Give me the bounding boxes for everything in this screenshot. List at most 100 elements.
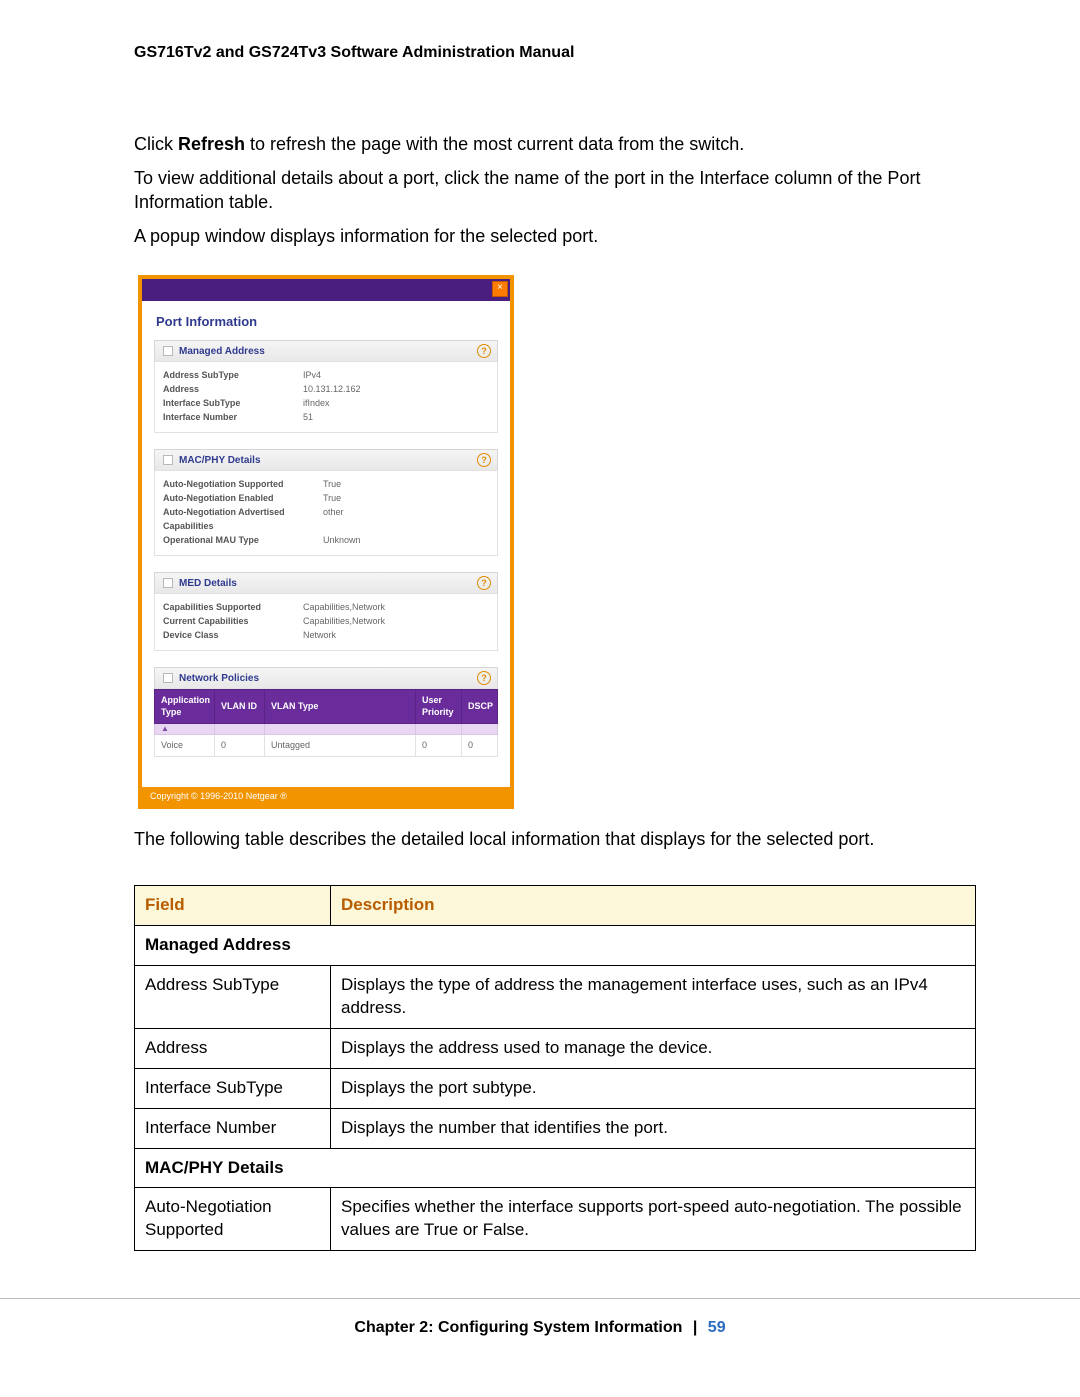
footer-separator: | [693, 1319, 697, 1336]
popup-titlebar: × [142, 279, 510, 301]
collapse-icon[interactable] [163, 673, 173, 683]
section-med-details: MED Details ? Capabilities SupportedCapa… [154, 572, 498, 651]
section-title: Network Policies [179, 672, 259, 686]
cell-app: Voice [155, 735, 215, 756]
help-icon[interactable]: ? [477, 671, 491, 685]
kv-key: Operational MAU Type [163, 533, 323, 547]
section-network-policies: Network Policies ? Application Type VLAN… [154, 667, 498, 756]
kv-key: Current Capabilities [163, 614, 303, 628]
collapse-icon[interactable] [163, 346, 173, 356]
body-paragraph: To view additional details about a port,… [134, 166, 976, 215]
col-vlan-id[interactable]: VLAN ID [215, 690, 265, 723]
collapse-icon[interactable] [163, 578, 173, 588]
kv-key: Interface Number [163, 410, 303, 424]
table-row: Address SubTypeDisplays the type of addr… [135, 965, 976, 1028]
text: Click [134, 134, 178, 154]
page-footer: Chapter 2: Configuring System Informatio… [0, 1298, 1080, 1339]
col-user-priority[interactable]: User Priority [416, 690, 462, 723]
kv-row: Operational MAU TypeUnknown [163, 533, 489, 547]
text: to refresh the page with the most curren… [245, 134, 744, 154]
sort-row[interactable]: ▲ [155, 723, 498, 735]
kv-value: IPv4 [303, 368, 489, 382]
network-policies-table: Application Type VLAN ID VLAN Type User … [154, 689, 498, 756]
collapse-icon[interactable] [163, 455, 173, 465]
table-row: Interface NumberDisplays the number that… [135, 1108, 976, 1148]
table-section-row: MAC/PHY Details [135, 1148, 976, 1188]
kv-row: Address10.131.12.162 [163, 382, 489, 396]
kv-value: Capabilities,Network [303, 614, 489, 628]
popup-title: Port Information [156, 313, 498, 331]
cell-field: Interface Number [135, 1108, 331, 1148]
section-title: MAC/PHY Details [179, 454, 261, 468]
kv-value: ifIndex [303, 396, 489, 410]
kv-key: Interface SubType [163, 396, 303, 410]
cell-field: Address [135, 1028, 331, 1068]
footer-page-number: 59 [708, 1319, 726, 1336]
cell-field: Auto-Negotiation Supported [135, 1188, 331, 1251]
cell-prio: 0 [416, 735, 462, 756]
kv-key: Device Class [163, 628, 303, 642]
help-icon[interactable]: ? [477, 453, 491, 467]
kv-value: other [323, 505, 489, 533]
kv-value: 51 [303, 410, 489, 424]
kv-row: Address SubTypeIPv4 [163, 368, 489, 382]
kv-row: Capabilities SupportedCapabilities,Netwo… [163, 600, 489, 614]
cell-desc: Specifies whether the interface supports… [331, 1188, 976, 1251]
section-label: Managed Address [135, 925, 976, 965]
help-icon[interactable]: ? [477, 576, 491, 590]
kv-key: Auto-Negotiation Advertised Capabilities [163, 505, 323, 533]
running-header: GS716Tv2 and GS724Tv3 Software Administr… [134, 42, 976, 64]
close-icon[interactable]: × [492, 281, 508, 297]
table-row: Voice 0 Untagged 0 0 [155, 735, 498, 756]
refresh-keyword: Refresh [178, 134, 245, 154]
kv-value: True [323, 491, 489, 505]
cell-field: Address SubType [135, 965, 331, 1028]
kv-row: Interface Number51 [163, 410, 489, 424]
section-title: Managed Address [179, 345, 265, 359]
kv-value: True [323, 477, 489, 491]
kv-row: Current CapabilitiesCapabilities,Network [163, 614, 489, 628]
kv-row: Auto-Negotiation SupportedTrue [163, 477, 489, 491]
footer-chapter: Chapter 2: Configuring System Informatio… [354, 1319, 682, 1336]
kv-value: Unknown [323, 533, 489, 547]
help-icon[interactable]: ? [477, 344, 491, 358]
kv-row: Device ClassNetwork [163, 628, 489, 642]
kv-value: 10.131.12.162 [303, 382, 489, 396]
section-title: MED Details [179, 577, 237, 591]
table-row: Auto-Negotiation SupportedSpecifies whet… [135, 1188, 976, 1251]
table-row: Interface SubTypeDisplays the port subty… [135, 1068, 976, 1108]
table-section-row: Managed Address [135, 925, 976, 965]
cell-vlan: 0 [215, 735, 265, 756]
table-row: AddressDisplays the address used to mana… [135, 1028, 976, 1068]
cell-desc: Displays the port subtype. [331, 1068, 976, 1108]
section-managed-address: Managed Address ? Address SubTypeIPv4 Ad… [154, 340, 498, 433]
col-application-type[interactable]: Application Type [155, 690, 215, 723]
cell-field: Interface SubType [135, 1068, 331, 1108]
cell-desc: Displays the address used to manage the … [331, 1028, 976, 1068]
body-paragraph: A popup window displays information for … [134, 224, 976, 248]
cell-vtype: Untagged [265, 735, 416, 756]
kv-value: Capabilities,Network [303, 600, 489, 614]
col-field: Field [135, 885, 331, 925]
port-info-popup-screenshot: × Port Information Managed Address ? Add… [138, 275, 514, 809]
body-paragraph: Click Refresh to refresh the page with t… [134, 132, 976, 156]
cell-desc: Displays the number that identifies the … [331, 1108, 976, 1148]
col-dscp[interactable]: DSCP [462, 690, 498, 723]
kv-row: Auto-Negotiation Advertised Capabilities… [163, 505, 489, 533]
cell-desc: Displays the type of address the managem… [331, 965, 976, 1028]
section-macphy-details: MAC/PHY Details ? Auto-Negotiation Suppo… [154, 449, 498, 556]
col-description: Description [331, 885, 976, 925]
field-description-table: Field Description Managed Address Addres… [134, 885, 976, 1251]
cell-dscp: 0 [462, 735, 498, 756]
copyright-bar: Copyright © 1996-2010 Netgear ® [142, 787, 510, 805]
kv-row: Interface SubTypeifIndex [163, 396, 489, 410]
kv-key: Auto-Negotiation Enabled [163, 491, 323, 505]
kv-row: Auto-Negotiation EnabledTrue [163, 491, 489, 505]
col-vlan-type[interactable]: VLAN Type [265, 690, 416, 723]
kv-value: Network [303, 628, 489, 642]
kv-key: Address SubType [163, 368, 303, 382]
body-paragraph: The following table describes the detail… [134, 827, 976, 851]
kv-key: Address [163, 382, 303, 396]
section-label: MAC/PHY Details [135, 1148, 976, 1188]
kv-key: Capabilities Supported [163, 600, 303, 614]
